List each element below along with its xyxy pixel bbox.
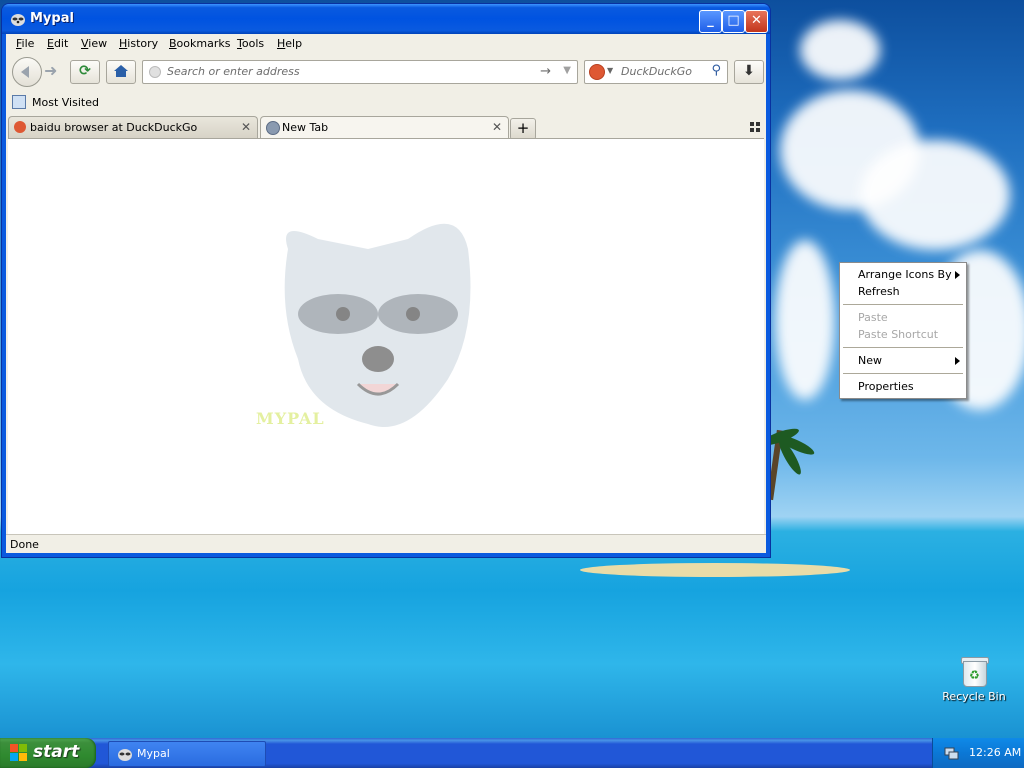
minimize-icon: _ (707, 13, 714, 28)
menu-item-label: Refresh (858, 285, 900, 298)
tab-new-tab[interactable]: New Tab ✕ (260, 116, 509, 139)
menu-separator (843, 304, 963, 305)
mascot-text: MYPAL (256, 409, 325, 428)
home-icon (114, 65, 128, 77)
close-tab-icon[interactable]: ✕ (492, 120, 502, 134)
close-icon: ✕ (751, 13, 762, 28)
raccoon-icon (118, 749, 132, 761)
menu-item-label: Arrange Icons By (858, 268, 952, 281)
cloud (860, 140, 1010, 250)
status-bar: Done (6, 534, 766, 554)
taskbar-button-label: Mypal (137, 747, 170, 760)
go-arrow-icon[interactable]: → (540, 64, 551, 79)
most-visited-bookmark[interactable]: Most Visited (32, 96, 99, 109)
most-visited-icon (12, 95, 26, 109)
new-tab-button[interactable]: + (510, 118, 536, 140)
duckduckgo-icon[interactable] (589, 64, 605, 80)
tab-groups-icon[interactable] (750, 122, 760, 132)
system-tray: 12:26 AM (932, 738, 1024, 768)
taskbar: start Mypal 12:26 AM (0, 738, 1024, 768)
submenu-arrow-icon (955, 357, 960, 365)
menu-bookmarks[interactable]: Bookmarks (169, 37, 230, 50)
submenu-arrow-icon (955, 271, 960, 279)
menu-item-paste-shortcut: Paste Shortcut (840, 326, 966, 343)
browser-window: Mypal _ □ ✕ File Edit View History Bookm… (2, 4, 770, 557)
navigation-toolbar: ➜ ⟳ Search or enter address → ▼ ▼ DuckDu… (6, 54, 766, 90)
recycle-bin-label: Recycle Bin (942, 690, 1006, 703)
globe-icon (266, 121, 280, 135)
raccoon-icon (11, 14, 25, 26)
island (580, 563, 850, 577)
menu-help[interactable]: Help (277, 37, 302, 50)
minimize-button[interactable]: _ (699, 10, 722, 33)
menu-file[interactable]: File (16, 37, 34, 50)
status-text: Done (10, 538, 39, 551)
page-content[interactable]: MYPAL (8, 138, 764, 534)
network-icon[interactable] (943, 745, 959, 761)
cloud (800, 20, 880, 80)
menu-item-label: New (858, 354, 882, 367)
engine-dropdown-icon[interactable]: ▼ (607, 66, 613, 75)
forward-icon[interactable]: ➜ (44, 62, 62, 80)
menu-item-properties[interactable]: Properties (840, 378, 966, 395)
search-bar[interactable]: ▼ DuckDuckGo ⚲ (584, 60, 728, 84)
menu-separator (843, 347, 963, 348)
reload-button[interactable]: ⟳ (70, 60, 100, 84)
desktop-context-menu: Arrange Icons By Refresh Paste Paste Sho… (839, 262, 967, 399)
cloud (775, 240, 835, 400)
search-placeholder: DuckDuckGo (621, 65, 692, 78)
page-identity-icon[interactable] (149, 66, 161, 78)
windows-logo-icon (10, 744, 28, 762)
tab-duckduckgo[interactable]: baidu browser at DuckDuckGo ✕ (8, 116, 258, 139)
window-title: Mypal (30, 11, 74, 26)
menu-view[interactable]: View (81, 37, 107, 50)
menu-item-paste: Paste (840, 309, 966, 326)
close-tab-icon[interactable]: ✕ (241, 120, 251, 134)
download-arrow-icon: ⬇ (743, 63, 755, 79)
menu-separator (843, 373, 963, 374)
taskbar-button-mypal[interactable]: Mypal (108, 741, 266, 767)
back-button[interactable] (12, 57, 42, 87)
maximize-icon: □ (727, 13, 740, 28)
menu-tools[interactable]: Tools (237, 37, 264, 50)
menu-history[interactable]: History (119, 37, 158, 50)
duckduckgo-icon (14, 121, 26, 133)
menu-item-label: Paste Shortcut (858, 328, 939, 341)
menu-item-label: Properties (858, 380, 914, 393)
history-dropdown-icon[interactable]: ▼ (563, 65, 571, 76)
recycle-bin-graphic: ♻ (960, 656, 989, 687)
window-client-area: File Edit View History Bookmarks Tools H… (6, 34, 766, 553)
clock[interactable]: 12:26 AM (969, 746, 1021, 759)
tab-label: New Tab (282, 121, 329, 134)
menu-item-label: Paste (858, 311, 888, 324)
plus-icon: + (516, 119, 530, 137)
address-placeholder: Search or enter address (167, 65, 300, 78)
reload-icon: ⟳ (79, 63, 91, 79)
menu-item-new[interactable]: New (840, 352, 966, 369)
tab-strip: baidu browser at DuckDuckGo ✕ New Tab ✕ … (6, 114, 766, 140)
start-button[interactable]: start (0, 738, 96, 768)
close-button[interactable]: ✕ (745, 10, 768, 33)
menu-bar: File Edit View History Bookmarks Tools H… (6, 34, 766, 54)
raccoon-mascot-image (284, 223, 471, 427)
home-button[interactable] (106, 60, 136, 84)
bookmarks-toolbar: Most Visited (6, 92, 766, 112)
menu-item-arrange-icons-by[interactable]: Arrange Icons By (840, 266, 966, 283)
title-bar[interactable]: Mypal _ □ ✕ (2, 4, 770, 34)
downloads-button[interactable]: ⬇ (734, 60, 764, 84)
menu-edit[interactable]: Edit (47, 37, 68, 50)
start-label: start (33, 742, 80, 762)
recycle-bin-icon[interactable]: ♻ Recycle Bin (940, 656, 1008, 703)
menu-item-refresh[interactable]: Refresh (840, 283, 966, 300)
address-bar[interactable]: Search or enter address → ▼ (142, 60, 578, 84)
search-icon[interactable]: ⚲ (711, 63, 721, 78)
maximize-button[interactable]: □ (722, 10, 745, 33)
tab-label: baidu browser at DuckDuckGo (30, 121, 198, 134)
